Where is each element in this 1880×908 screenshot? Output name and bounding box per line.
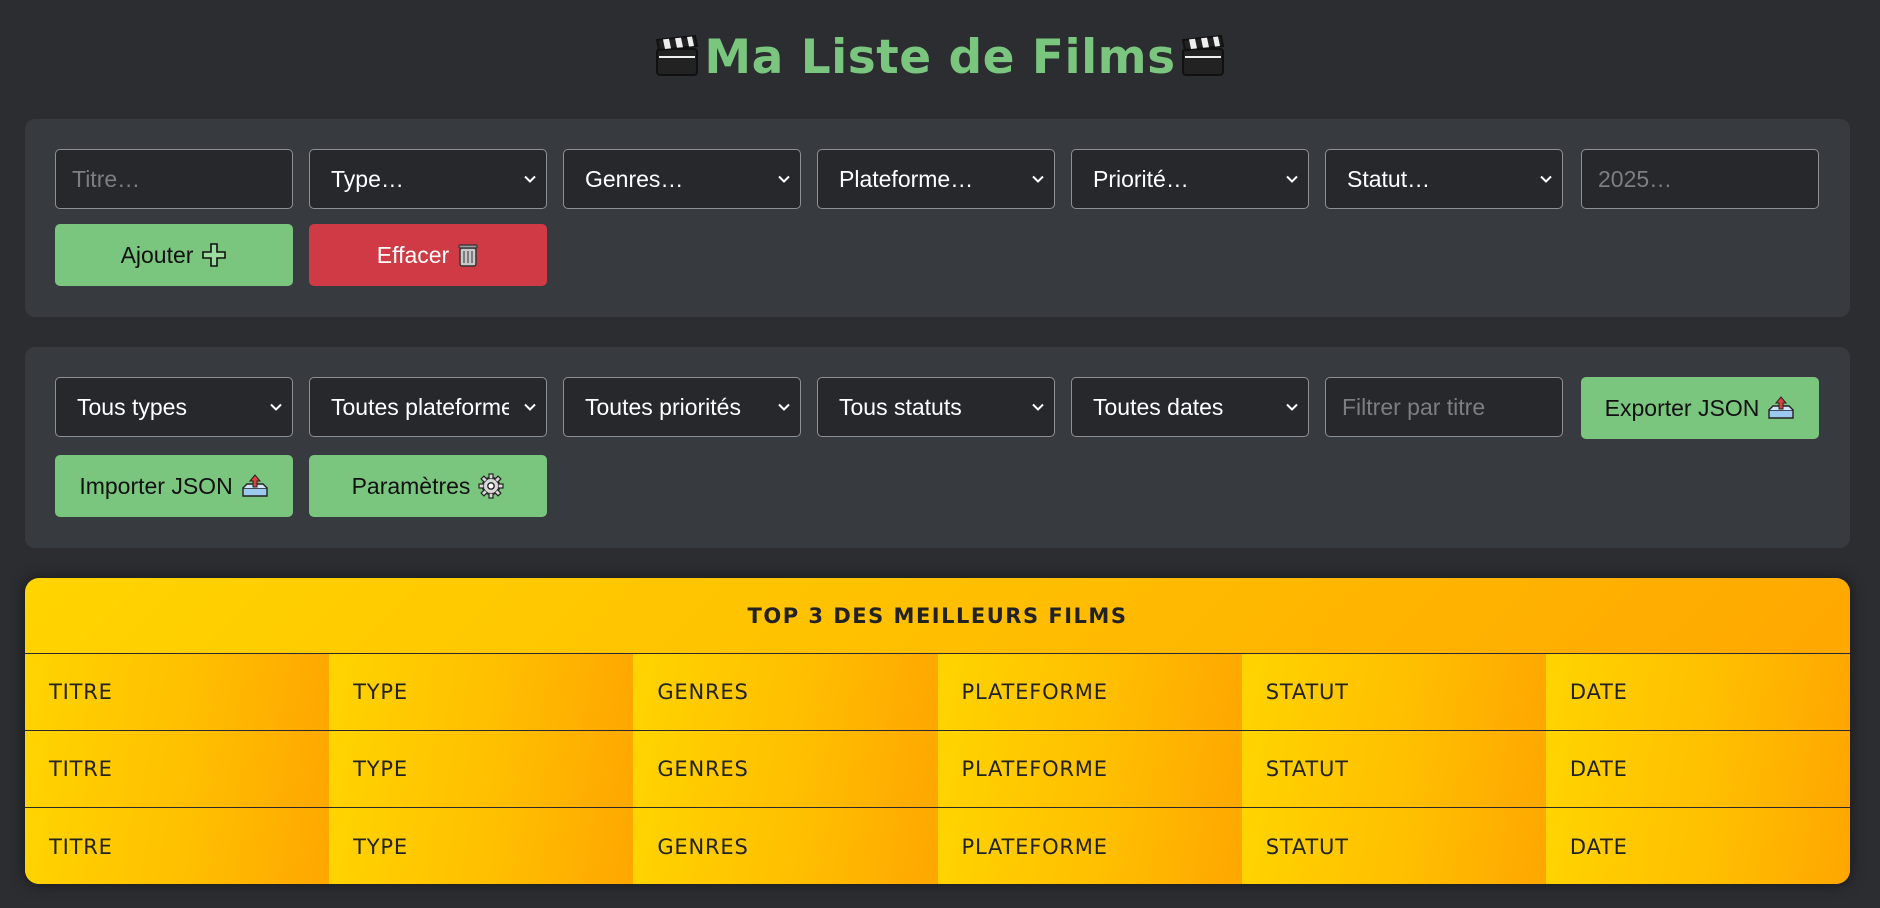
clear-button-label: Effacer <box>376 241 450 268</box>
table-cell: PLATEFORME <box>937 731 1242 807</box>
clapperboard-icon <box>654 32 700 90</box>
table-cell: GENRES <box>633 808 938 884</box>
table-cell: DATE <box>1545 808 1850 884</box>
add-button[interactable]: Ajouter <box>55 224 293 286</box>
app-title-text: Ma Liste de Films <box>704 30 1176 85</box>
title-input[interactable]: Titre… <box>55 149 293 209</box>
date-filter-select[interactable]: Toutes dates <box>1071 377 1309 437</box>
chevron-down-icon <box>524 175 536 183</box>
table-cell: PLATEFORME <box>937 808 1242 884</box>
table-row: TITRE TYPE GENRES PLATEFORME STATUT DATE <box>25 654 1850 731</box>
date-input-placeholder: 2025… <box>1598 165 1673 192</box>
platform-filter-select[interactable]: Toutes plateformes <box>309 377 547 437</box>
chevron-down-icon <box>1540 175 1552 183</box>
platform-filter-value: Toutes plateformes <box>331 393 509 420</box>
table-cell: STATUT <box>1241 731 1546 807</box>
chevron-down-icon <box>1032 403 1044 411</box>
status-filter-select[interactable]: Tous statuts <box>817 377 1055 437</box>
outbox-icon <box>1768 396 1795 419</box>
chevron-down-icon <box>1286 403 1298 411</box>
priority-select-value: Priorité… <box>1093 165 1189 192</box>
clapperboard-icon <box>1180 32 1226 90</box>
chevron-down-icon <box>270 403 282 411</box>
gear-icon <box>478 473 505 499</box>
add-film-panel: Titre… Type… Genres… Plateforme… Priorit… <box>25 119 1850 317</box>
table-cell: TYPE <box>329 808 634 884</box>
genres-select-value: Genres… <box>585 165 684 192</box>
chevron-down-icon <box>524 403 536 411</box>
title-filter-input[interactable]: Filtrer par titre <box>1325 377 1563 437</box>
genres-select[interactable]: Genres… <box>563 149 801 209</box>
export-json-button[interactable]: Exporter JSON <box>1581 377 1819 439</box>
import-json-label: Importer JSON <box>79 472 233 499</box>
type-filter-select[interactable]: Tous types <box>55 377 293 437</box>
trash-icon <box>458 244 478 267</box>
outbox-icon <box>241 474 268 497</box>
table-cell: PLATEFORME <box>937 654 1242 730</box>
settings-button[interactable]: Paramètres <box>309 455 547 517</box>
platform-select-value: Plateforme… <box>839 165 974 192</box>
chevron-down-icon <box>1286 175 1298 183</box>
status-filter-value: Tous statuts <box>839 393 962 420</box>
status-select[interactable]: Statut… <box>1325 149 1563 209</box>
title-filter-placeholder: Filtrer par titre <box>1342 393 1486 420</box>
type-filter-value: Tous types <box>77 393 187 420</box>
title-input-placeholder: Titre… <box>72 165 141 192</box>
import-json-button[interactable]: Importer JSON <box>55 455 293 517</box>
top3-table: TOP 3 DES MEILLEURS FILMS TITRE TYPE GEN… <box>25 578 1850 884</box>
table-cell: TYPE <box>329 731 634 807</box>
table-cell: TITRE <box>25 808 330 884</box>
top3-heading: TOP 3 DES MEILLEURS FILMS <box>25 578 1850 654</box>
table-cell: DATE <box>1545 654 1850 730</box>
type-select[interactable]: Type… <box>309 149 547 209</box>
table-cell: GENRES <box>633 654 938 730</box>
table-cell: TITRE <box>25 654 330 730</box>
app-page: Ma Liste de Films Titre… Type… Genres… P… <box>0 0 1880 908</box>
table-row: TITRE TYPE GENRES PLATEFORME STATUT DATE <box>25 808 1850 884</box>
table-cell: DATE <box>1545 731 1850 807</box>
page-title: Ma Liste de Films <box>0 30 1880 90</box>
table-row: TITRE TYPE GENRES PLATEFORME STATUT DATE <box>25 731 1850 808</box>
clear-button[interactable]: Effacer <box>309 224 547 286</box>
platform-select[interactable]: Plateforme… <box>817 149 1055 209</box>
type-select-value: Type… <box>331 165 404 192</box>
settings-button-label: Paramètres <box>351 472 471 499</box>
priority-filter-select[interactable]: Toutes priorités <box>563 377 801 437</box>
table-cell: TYPE <box>329 654 634 730</box>
table-cell: STATUT <box>1241 808 1546 884</box>
date-filter-value: Toutes dates <box>1093 393 1224 420</box>
chevron-down-icon <box>1032 175 1044 183</box>
filters-panel: Tous types Toutes plateformes Toutes pri… <box>25 347 1850 548</box>
plus-icon <box>202 243 227 267</box>
chevron-down-icon <box>778 175 790 183</box>
table-cell: TITRE <box>25 731 330 807</box>
table-cell: GENRES <box>633 731 938 807</box>
chevron-down-icon <box>778 403 790 411</box>
date-input[interactable]: 2025… <box>1581 149 1819 209</box>
status-select-value: Statut… <box>1347 165 1431 192</box>
export-json-label: Exporter JSON <box>1604 394 1760 421</box>
priority-select[interactable]: Priorité… <box>1071 149 1309 209</box>
table-cell: STATUT <box>1241 654 1546 730</box>
priority-filter-value: Toutes priorités <box>585 393 741 420</box>
add-button-label: Ajouter <box>120 241 194 268</box>
